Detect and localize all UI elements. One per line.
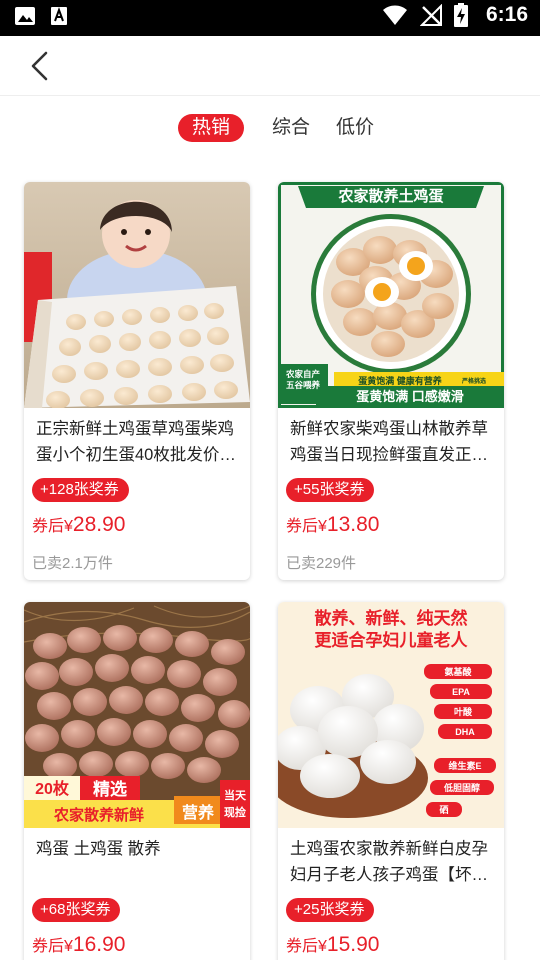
text-notification-icon bbox=[51, 7, 67, 25]
back-button[interactable] bbox=[26, 50, 56, 82]
status-time: 6:16 bbox=[485, 3, 528, 26]
image-today-line2: 现捡 bbox=[224, 805, 246, 819]
product-image: 散养、新鲜、纯天然 更适合孕妇儿童老人 氨基酸 EPA 叶酸 DHA 维生素E … bbox=[278, 602, 504, 828]
nutrient-label: 低胆固醇 bbox=[443, 782, 480, 793]
sort-tabs: 热销 综合 低价 bbox=[0, 114, 540, 146]
product-price: 券后¥16.90 bbox=[32, 932, 125, 957]
product-title: 新鲜农家柴鸡蛋山林散养草鸡蛋当日现捡鲜蛋直发正… bbox=[290, 420, 488, 464]
wifi-icon bbox=[382, 5, 407, 25]
image-headline-line2: 更适合孕妇儿童老人 bbox=[315, 630, 469, 650]
coupon-badge: +68张奖券 bbox=[32, 898, 121, 922]
product-title: 正宗新鲜土鸡蛋草鸡蛋柴鸡蛋小个初生蛋40枚批发价… bbox=[36, 420, 236, 464]
price-value: 13.80 bbox=[326, 513, 380, 536]
product-price: 券后¥28.90 bbox=[32, 512, 125, 537]
nutrient-label: 氨基酸 bbox=[444, 666, 472, 677]
product-card[interactable]: 散养、新鲜、纯天然 更适合孕妇儿童老人 氨基酸 EPA 叶酸 DHA 维生素E … bbox=[278, 602, 504, 960]
image-today-line1: 当天 bbox=[224, 788, 247, 802]
sold-count: 已卖229件 bbox=[286, 555, 357, 572]
product-card[interactable]: 20枚 精选 农家散养新鲜 营养 当天 现捡 鸡蛋 土鸡蛋 散养 +68张奖券 … bbox=[24, 602, 250, 960]
product-image: 农家散养土鸡蛋 农家自产 五谷喂养 蛋黄饱满 健康有营养 严格挑选 蛋黄饱满 口… bbox=[278, 182, 504, 408]
nutrient-label: 维生素E bbox=[448, 760, 481, 771]
sold-count: 已卖2.1万件 bbox=[32, 555, 113, 572]
nutrient-label: 叶酸 bbox=[454, 706, 473, 717]
tab-overall[interactable]: 综合 bbox=[266, 114, 316, 142]
tab-low-price[interactable]: 低价 bbox=[330, 114, 380, 142]
image-badge-line2: 五谷喂养 bbox=[286, 380, 321, 390]
image-tag-note: 严格挑选 bbox=[461, 377, 486, 385]
image-nutrition-text: 营养 bbox=[182, 803, 215, 822]
nutrient-label: EPA bbox=[452, 687, 470, 697]
price-value: 28.90 bbox=[72, 513, 126, 536]
image-banner-text: 农家散养土鸡蛋 bbox=[337, 187, 443, 205]
image-select-text: 精选 bbox=[93, 779, 127, 799]
status-bar: 6:16 bbox=[0, 0, 540, 36]
price-prefix: 券后¥ bbox=[32, 938, 73, 955]
image-headline-line1: 散养、新鲜、纯天然 bbox=[315, 608, 468, 628]
product-price: 券后¥15.90 bbox=[286, 932, 379, 957]
coupon-badge: +128张奖券 bbox=[32, 478, 129, 502]
no-signal-icon bbox=[419, 4, 442, 26]
nutrient-label: 硒 bbox=[438, 805, 448, 815]
coupon-badge: +55张奖券 bbox=[286, 478, 375, 502]
image-footer-text: 蛋黄饱满 口感嫩滑 bbox=[356, 389, 464, 404]
image-badge-line1: 农家自产 bbox=[285, 369, 321, 379]
price-prefix: 券后¥ bbox=[286, 518, 327, 535]
price-value: 16.90 bbox=[72, 933, 126, 956]
coupon-badge: +25张奖券 bbox=[286, 898, 375, 922]
price-prefix: 券后¥ bbox=[32, 518, 73, 535]
product-title: 土鸡蛋农家散养新鲜白皮孕妇月子老人孩子鸡蛋【坏… bbox=[290, 840, 488, 884]
price-value: 15.90 bbox=[326, 933, 380, 956]
nutrient-label: DHA bbox=[455, 727, 475, 737]
product-image bbox=[24, 182, 250, 408]
product-price: 券后¥13.80 bbox=[286, 512, 379, 537]
product-image: 20枚 精选 农家散养新鲜 营养 当天 现捡 bbox=[24, 602, 250, 828]
image-notification-icon bbox=[15, 7, 35, 25]
product-card[interactable]: 农家散养土鸡蛋 农家自产 五谷喂养 蛋黄饱满 健康有营养 严格挑选 蛋黄饱满 口… bbox=[278, 182, 504, 580]
app-bar bbox=[0, 36, 540, 96]
product-title: 鸡蛋 土鸡蛋 散养 bbox=[36, 840, 161, 858]
image-count-text: 20枚 bbox=[35, 779, 70, 798]
chevron-left-icon bbox=[31, 51, 48, 81]
product-card[interactable]: 正宗新鲜土鸡蛋草鸡蛋柴鸡蛋小个初生蛋40枚批发价… +128张奖券 券后¥28.… bbox=[24, 182, 250, 580]
price-prefix: 券后¥ bbox=[286, 938, 327, 955]
battery-charging-icon bbox=[453, 3, 468, 27]
image-tag-text: 蛋黄饱满 健康有营养 bbox=[358, 375, 442, 386]
image-line-text: 农家散养新鲜 bbox=[53, 806, 144, 824]
tab-hot[interactable]: 热销 bbox=[178, 114, 244, 142]
